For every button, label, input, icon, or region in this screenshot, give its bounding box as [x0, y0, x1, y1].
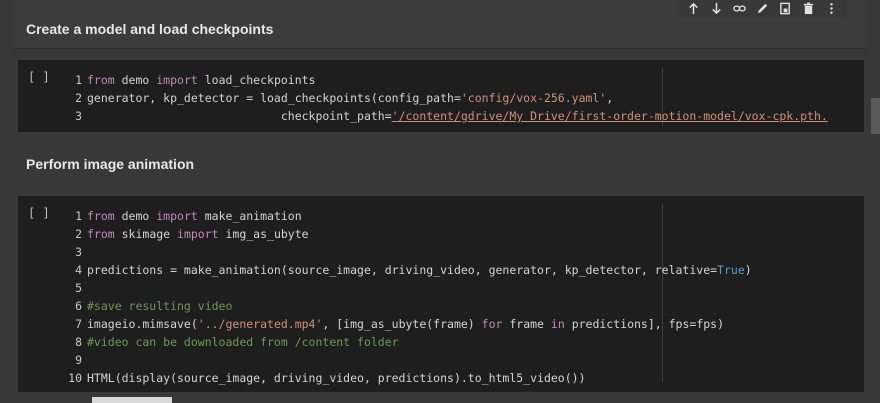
- code-line[interactable]: 1 from demo import load_checkpoints: [66, 71, 864, 89]
- code-token: imageio.mimsave(: [87, 317, 198, 331]
- code-line[interactable]: 5: [66, 279, 864, 297]
- arrow-up-icon[interactable]: [684, 0, 703, 17]
- code-token: import: [156, 73, 198, 87]
- line-number: 7: [75, 317, 82, 331]
- code-token: predictions], fps=fps): [564, 317, 725, 331]
- line-number: 3: [75, 245, 82, 259]
- code-line[interactable]: 10 HTML(display(source_image, driving_vid…: [66, 369, 864, 387]
- code-token: ): [744, 263, 752, 277]
- horizontal-scrollbar[interactable]: [92, 397, 172, 403]
- link-icon[interactable]: [730, 0, 749, 17]
- code-line[interactable]: 4 predictions = make_animation(source_ima…: [66, 261, 864, 279]
- code-token: import: [177, 227, 219, 241]
- run-cell-button[interactable]: [ ]: [28, 70, 50, 84]
- code-line[interactable]: 8 #video can be downloaded from /content …: [66, 333, 864, 351]
- code-token: , [img_as_ubyte(frame): [322, 317, 482, 331]
- more-icon[interactable]: [822, 0, 841, 17]
- code-token: '/content/gdrive/My Drive/first-order-mo…: [391, 109, 828, 123]
- code-line[interactable]: 2 generator, kp_detector = load_checkpoin…: [66, 89, 864, 107]
- code-token: demo: [114, 209, 157, 223]
- line-number: 2: [75, 227, 82, 241]
- code-token: in: [550, 317, 565, 331]
- code-token: #video can be downloaded from /content f…: [87, 335, 399, 349]
- code-token: img_as_ubyte: [218, 227, 309, 241]
- delete-icon[interactable]: [799, 0, 818, 17]
- code-token: predictions = make_animation(source_imag…: [87, 263, 718, 277]
- line-number: 3: [75, 109, 82, 123]
- code-token: True: [717, 263, 745, 277]
- code-cell-load-checkpoints[interactable]: [ ] 1 from demo import load_checkpoints 2 g…: [18, 60, 864, 132]
- run-cell-button[interactable]: [ ]: [28, 206, 50, 220]
- mirror-cell-icon[interactable]: [776, 0, 795, 17]
- code-line[interactable]: 3: [66, 243, 864, 261]
- section-heading-model: Create a model and load checkpoints: [26, 21, 274, 37]
- line-number: 2: [75, 91, 82, 105]
- code-token: make_animation: [197, 209, 302, 223]
- text-cell-animation[interactable]: Perform image animation: [14, 140, 866, 194]
- code-token: skimage: [114, 227, 178, 241]
- code-token: generator, kp_detector = load_checkpoint…: [87, 91, 461, 105]
- code-token: import: [156, 209, 198, 223]
- edit-icon[interactable]: [753, 0, 772, 17]
- code-token: demo: [114, 73, 157, 87]
- code-token: load_checkpoints: [197, 73, 316, 87]
- code-token: '../generated.mp4': [197, 317, 323, 331]
- code-line[interactable]: 2 from skimage import img_as_ubyte: [66, 225, 864, 243]
- code-token: HTML(display(source_image, driving_video…: [87, 371, 586, 385]
- cell-toolbar: [678, 0, 847, 17]
- code-token: 'config/vox-256.yaml': [460, 91, 607, 105]
- code-line[interactable]: 6 #save resulting video: [66, 297, 864, 315]
- code-token: #save resulting video: [87, 299, 233, 313]
- code-token: ,: [606, 91, 614, 105]
- code-editor[interactable]: 1 from demo import load_checkpoints 2 gener…: [66, 71, 864, 125]
- line-number: 4: [75, 263, 82, 277]
- line-number: 5: [75, 281, 82, 295]
- line-number: 1: [75, 73, 82, 87]
- code-line[interactable]: 1 from demo import make_animation: [66, 207, 864, 225]
- code-token: from: [87, 209, 115, 223]
- vertical-scrollbar[interactable]: [871, 98, 880, 134]
- code-token: checkpoint_path=: [87, 109, 392, 123]
- code-line[interactable]: 9: [66, 351, 864, 369]
- code-token: frame: [502, 317, 551, 331]
- section-heading-animation: Perform image animation: [26, 156, 195, 172]
- line-number: 6: [75, 299, 82, 313]
- code-token: from: [87, 227, 115, 241]
- code-line[interactable]: 7 imageio.mimsave('../generated.mp4', [im…: [66, 315, 864, 333]
- code-line[interactable]: 3 checkpoint_path='/content/gdrive/My Dr…: [66, 107, 864, 125]
- code-token: from: [87, 73, 115, 87]
- line-number: 8: [75, 335, 82, 349]
- line-number: 9: [75, 353, 82, 367]
- code-token: for: [481, 317, 503, 331]
- line-number: 1: [75, 209, 82, 223]
- code-cell-make-animation[interactable]: [ ] 1 from demo import make_animation 2 fro…: [18, 196, 864, 392]
- arrow-down-icon[interactable]: [707, 0, 726, 17]
- line-number: 10: [68, 371, 82, 385]
- code-editor[interactable]: 1 from demo import make_animation 2 from sk…: [66, 207, 864, 387]
